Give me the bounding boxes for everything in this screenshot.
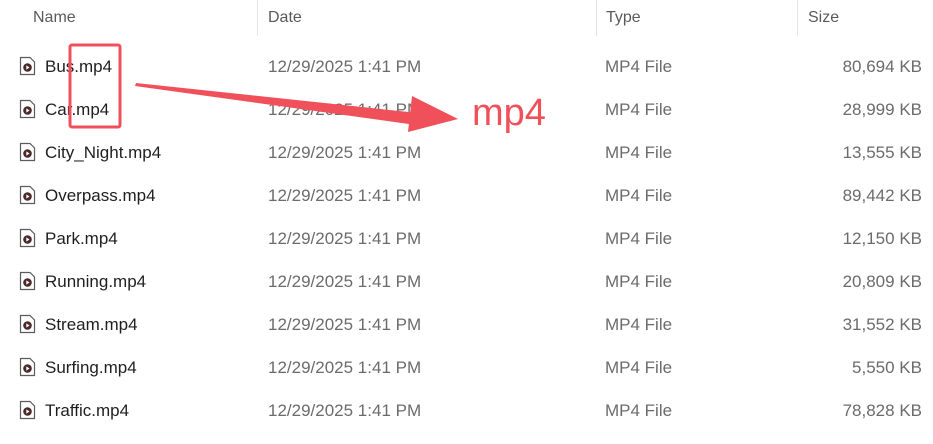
file-date: 12/29/2025 1:41 PM bbox=[268, 401, 422, 420]
file-row[interactable]: Surfing.mp4 12/29/2025 1:41 PM MP4 File … bbox=[0, 346, 933, 389]
file-row[interactable]: Car.mp4 12/29/2025 1:41 PM MP4 File 28,9… bbox=[0, 88, 933, 131]
column-header-name[interactable]: Name bbox=[33, 9, 76, 27]
file-size: 31,552 KB bbox=[842, 315, 922, 334]
file-name: Park.mp4 bbox=[45, 229, 118, 248]
video-file-icon bbox=[19, 357, 36, 377]
video-file-icon bbox=[19, 314, 36, 334]
annotation-label: mp4 bbox=[472, 92, 546, 134]
file-name: Stream.mp4 bbox=[45, 315, 138, 334]
file-name: Running.mp4 bbox=[45, 272, 147, 291]
video-file-icon bbox=[19, 228, 36, 248]
file-name: Overpass.mp4 bbox=[45, 186, 156, 205]
file-row[interactable]: Running.mp4 12/29/2025 1:41 PM MP4 File … bbox=[0, 260, 933, 303]
file-row[interactable]: Stream.mp4 12/29/2025 1:41 PM MP4 File 3… bbox=[0, 303, 933, 346]
file-size: 80,694 KB bbox=[842, 57, 922, 76]
file-row[interactable]: Bus.mp4 12/29/2025 1:41 PM MP4 File 80,6… bbox=[0, 45, 933, 88]
file-name: City_Night.mp4 bbox=[45, 143, 162, 162]
file-date: 12/29/2025 1:41 PM bbox=[268, 100, 422, 119]
video-file-icon bbox=[19, 185, 36, 205]
column-header-row: ^ Name Date Type Size bbox=[0, 0, 933, 36]
video-file-icon bbox=[19, 271, 36, 291]
file-date: 12/29/2025 1:41 PM bbox=[268, 186, 422, 205]
file-date: 12/29/2025 1:41 PM bbox=[268, 272, 422, 291]
file-name: Car.mp4 bbox=[45, 100, 110, 119]
file-size: 20,809 KB bbox=[842, 272, 922, 291]
column-divider[interactable] bbox=[797, 0, 798, 36]
file-type: MP4 File bbox=[605, 358, 673, 377]
file-type: MP4 File bbox=[605, 186, 673, 205]
file-date: 12/29/2025 1:41 PM bbox=[268, 229, 422, 248]
file-date: 12/29/2025 1:41 PM bbox=[268, 143, 422, 162]
file-type: MP4 File bbox=[605, 315, 673, 334]
file-name: Traffic.mp4 bbox=[45, 401, 130, 420]
file-type: MP4 File bbox=[605, 100, 673, 119]
file-row[interactable]: Park.mp4 12/29/2025 1:41 PM MP4 File 12,… bbox=[0, 217, 933, 260]
column-header-size[interactable]: Size bbox=[808, 9, 839, 27]
video-file-icon bbox=[19, 99, 36, 119]
column-header-date[interactable]: Date bbox=[268, 9, 302, 27]
column-header-type[interactable]: Type bbox=[606, 9, 641, 27]
file-date: 12/29/2025 1:41 PM bbox=[268, 315, 422, 334]
file-list: Bus.mp4 12/29/2025 1:41 PM MP4 File 80,6… bbox=[0, 45, 933, 432]
file-size: 12,150 KB bbox=[842, 229, 922, 248]
file-type: MP4 File bbox=[605, 143, 673, 162]
video-file-icon bbox=[19, 400, 36, 420]
column-divider[interactable] bbox=[596, 0, 597, 36]
video-file-icon bbox=[19, 56, 36, 76]
file-name: Bus.mp4 bbox=[45, 57, 113, 76]
file-size: 78,828 KB bbox=[842, 401, 922, 420]
file-name: Surfing.mp4 bbox=[45, 358, 137, 377]
sort-indicator[interactable]: ^ bbox=[134, 0, 140, 6]
file-type: MP4 File bbox=[605, 401, 673, 420]
file-row[interactable]: Overpass.mp4 12/29/2025 1:41 PM MP4 File… bbox=[0, 174, 933, 217]
file-size: 5,550 KB bbox=[852, 358, 922, 377]
video-file-icon bbox=[19, 142, 36, 162]
file-type: MP4 File bbox=[605, 229, 673, 248]
file-type: MP4 File bbox=[605, 272, 673, 291]
file-size: 89,442 KB bbox=[842, 186, 922, 205]
column-divider[interactable] bbox=[257, 0, 258, 36]
file-size: 28,999 KB bbox=[842, 100, 922, 119]
file-size: 13,555 KB bbox=[842, 143, 922, 162]
file-date: 12/29/2025 1:41 PM bbox=[268, 358, 422, 377]
file-date: 12/29/2025 1:41 PM bbox=[268, 57, 422, 76]
file-row[interactable]: Traffic.mp4 12/29/2025 1:41 PM MP4 File … bbox=[0, 389, 933, 432]
file-type: MP4 File bbox=[605, 57, 673, 76]
file-row[interactable]: City_Night.mp4 12/29/2025 1:41 PM MP4 Fi… bbox=[0, 131, 933, 174]
